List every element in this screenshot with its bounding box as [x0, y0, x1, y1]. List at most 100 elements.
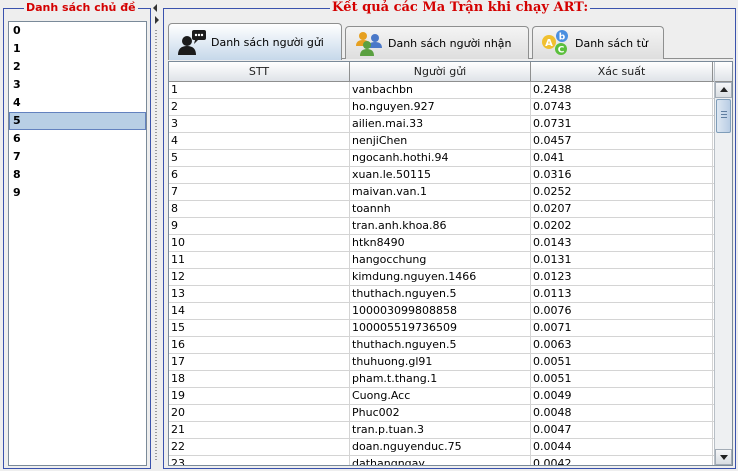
cell-stt: 19 [169, 388, 350, 404]
cell-sender: maivan.van.1 [350, 184, 531, 200]
table-header: STT Người gửi Xác suất [169, 62, 714, 82]
cell-sender: tran.p.tuan.3 [350, 422, 531, 438]
table-row[interactable]: 4 nenjiChen 0.0457 [169, 133, 714, 150]
cell-probability: 0.0743 [531, 99, 713, 115]
cell-sender: tran.anh.khoa.86 [350, 218, 531, 234]
column-header-stt[interactable]: STT [169, 62, 350, 82]
cell-probability: 0.0047 [531, 422, 713, 438]
cell-probability: 0.0076 [531, 303, 713, 319]
abc-words-icon: A b C [541, 30, 571, 56]
cell-sender: 100003099808858 [350, 303, 531, 319]
topic-item[interactable]: 8 [9, 166, 146, 184]
cell-sender: thuhuong.gl91 [350, 354, 531, 370]
table-row[interactable]: 13 thuthach.nguyen.5 0.0113 [169, 286, 714, 303]
tab-senders-label: Danh sách người gửi [211, 35, 324, 49]
cell-stt: 2 [169, 99, 350, 115]
topic-item[interactable]: 3 [9, 76, 146, 94]
cell-sender: xuan.le.50115 [350, 167, 531, 183]
table-row[interactable]: 23 dathangngay 0.0042 [169, 456, 714, 465]
column-header-sender[interactable]: Người gửi [350, 62, 531, 82]
cell-sender: vanbachbn [350, 82, 531, 98]
cell-stt: 1 [169, 82, 350, 98]
tab-recipients[interactable]: Danh sách người nhận [345, 26, 529, 59]
scroll-down-button[interactable] [715, 449, 732, 465]
scroll-thumb[interactable] [716, 99, 731, 133]
split-pane-divider[interactable] [151, 0, 162, 471]
table-row[interactable]: 18 pham.t.thang.1 0.0051 [169, 371, 714, 388]
topic-list[interactable]: 0123456789 [8, 21, 147, 466]
cell-stt: 11 [169, 252, 350, 268]
senders-icon [177, 29, 207, 55]
expand-right-icon[interactable] [155, 16, 159, 24]
cell-probability: 0.041 [531, 150, 713, 166]
table-row[interactable]: 12 kimdung.nguyen.1466 0.0123 [169, 269, 714, 286]
cell-probability: 0.2438 [531, 82, 713, 98]
table-row[interactable]: 9 tran.anh.khoa.86 0.0202 [169, 218, 714, 235]
topic-item[interactable]: 4 [9, 94, 146, 112]
column-header-probability[interactable]: Xác suất [531, 62, 713, 82]
cell-sender: hangocchung [350, 252, 531, 268]
cell-stt: 23 [169, 456, 350, 465]
cell-stt: 12 [169, 269, 350, 285]
cell-probability: 0.0252 [531, 184, 713, 200]
topics-panel: Danh sách chủ đề 0123456789 [3, 1, 151, 469]
cell-probability: 0.0202 [531, 218, 713, 234]
cell-stt: 22 [169, 439, 350, 455]
senders-table[interactable]: STT Người gửi Xác suất 1 vanbachbn 0.2438 2… [168, 61, 733, 466]
topic-item[interactable]: 5 [9, 112, 146, 130]
topic-item[interactable]: 7 [9, 148, 146, 166]
svg-text:C: C [558, 46, 565, 56]
splitter-grip[interactable] [155, 30, 157, 460]
svg-text:A: A [545, 38, 553, 49]
cell-probability: 0.0071 [531, 320, 713, 336]
topic-item[interactable]: 0 [9, 22, 146, 40]
table-row[interactable]: 1 vanbachbn 0.2438 [169, 82, 714, 99]
cell-probability: 0.0207 [531, 201, 713, 217]
tab-senders[interactable]: Danh sách người gửi [168, 23, 342, 60]
topics-panel-title: Danh sách chủ đề [24, 1, 138, 15]
topic-item[interactable]: 1 [9, 40, 146, 58]
scroll-up-button[interactable] [715, 82, 732, 98]
cell-sender: thuthach.nguyen.5 [350, 286, 531, 302]
collapse-left-icon[interactable] [153, 4, 157, 12]
table-row[interactable]: 11 hangocchung 0.0131 [169, 252, 714, 269]
table-row[interactable]: 10 htkn8490 0.0143 [169, 235, 714, 252]
table-row[interactable]: 8 toannh 0.0207 [169, 201, 714, 218]
cell-stt: 4 [169, 133, 350, 149]
cell-stt: 14 [169, 303, 350, 319]
topic-item[interactable]: 9 [9, 184, 146, 202]
cell-sender: kimdung.nguyen.1466 [350, 269, 531, 285]
topic-item[interactable]: 2 [9, 58, 146, 76]
table-row[interactable]: 5 ngocanh.hothi.94 0.041 [169, 150, 714, 167]
table-row[interactable]: 19 Cuong.Acc 0.0049 [169, 388, 714, 405]
table-row[interactable]: 2 ho.nguyen.927 0.0743 [169, 99, 714, 116]
cell-stt: 13 [169, 286, 350, 302]
tab-words[interactable]: A b C Danh sách từ [532, 26, 664, 59]
cell-sender: pham.t.thang.1 [350, 371, 531, 387]
cell-probability: 0.0051 [531, 354, 713, 370]
table-row[interactable]: 21 tran.p.tuan.3 0.0047 [169, 422, 714, 439]
cell-probability: 0.0051 [531, 371, 713, 387]
cell-stt: 20 [169, 405, 350, 421]
cell-sender: htkn8490 [350, 235, 531, 251]
table-row[interactable]: 20 Phuc002 0.0048 [169, 405, 714, 422]
vertical-scrollbar[interactable] [714, 62, 732, 465]
cell-probability: 0.0316 [531, 167, 713, 183]
cell-stt: 6 [169, 167, 350, 183]
cell-probability: 0.0131 [531, 252, 713, 268]
table-row[interactable]: 6 xuan.le.50115 0.0316 [169, 167, 714, 184]
table-row[interactable]: 7 maivan.van.1 0.0252 [169, 184, 714, 201]
table-row[interactable]: 17 thuhuong.gl91 0.0051 [169, 354, 714, 371]
table-row[interactable]: 16 thuthach.nguyen.5 0.0063 [169, 337, 714, 354]
result-tabs: Danh sách người gửi Danh sách người nhận [168, 23, 733, 60]
cell-probability: 0.0731 [531, 116, 713, 132]
table-row[interactable]: 14 100003099808858 0.0076 [169, 303, 714, 320]
table-row[interactable]: 15 100005519736509 0.0071 [169, 320, 714, 337]
topic-item[interactable]: 6 [9, 130, 146, 148]
cell-sender: ho.nguyen.927 [350, 99, 531, 115]
table-row[interactable]: 22 doan.nguyenduc.75 0.0044 [169, 439, 714, 456]
results-panel-title: Kết quả các Ma Trận khi chạy ART: [330, 0, 591, 15]
cell-stt: 18 [169, 371, 350, 387]
table-row[interactable]: 3 ailien.mai.33 0.0731 [169, 116, 714, 133]
tab-recipients-label: Danh sách người nhận [388, 36, 512, 50]
